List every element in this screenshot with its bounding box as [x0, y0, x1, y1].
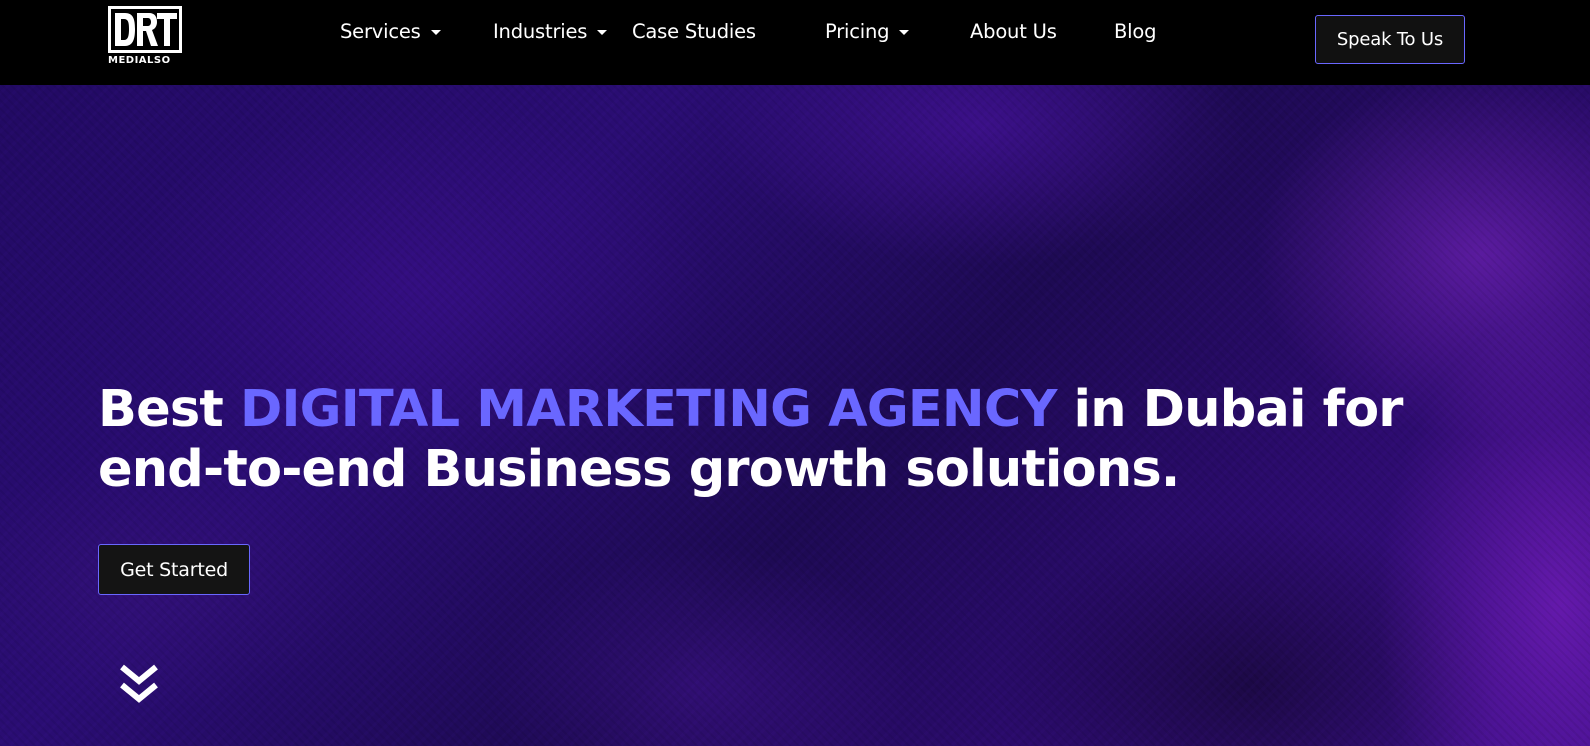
nav-services[interactable]: Services [340, 14, 441, 48]
nav-blog[interactable]: Blog [1114, 14, 1157, 48]
headline-prefix: Best [98, 380, 240, 439]
headline-accent: DIGITAL MARKETING AGENCY [239, 380, 1057, 439]
nav-services-label: Services [340, 19, 421, 43]
caret-down-icon [430, 29, 441, 35]
logo-wordmark: MEDIALSO [108, 55, 171, 66]
nav-industries-label: Industries [493, 19, 588, 43]
site-header: MEDIALSO Services Industries Case Studie… [0, 0, 1590, 85]
caret-down-icon [597, 29, 608, 35]
caret-down-icon [899, 29, 910, 35]
headline-suffix: in Dubai for [1056, 380, 1404, 439]
nav-case-studies[interactable]: Case Studies [632, 14, 756, 48]
nav-industries[interactable]: Industries [493, 14, 608, 48]
nav-case-studies-label: Case Studies [632, 19, 756, 43]
nav-pricing-label: Pricing [825, 19, 890, 43]
get-started-button[interactable]: Get Started [98, 544, 250, 595]
nav-blog-label: Blog [1114, 19, 1157, 43]
double-chevron-down-icon[interactable] [118, 663, 160, 707]
nav-about-us[interactable]: About Us [970, 14, 1057, 48]
hero-section: Best DIGITAL MARKETING AGENCY in Dubai f… [0, 85, 1590, 746]
nav-about-us-label: About Us [970, 19, 1057, 43]
speak-to-us-button[interactable]: Speak To Us [1315, 15, 1465, 64]
nav-pricing[interactable]: Pricing [825, 14, 910, 48]
headline-line2: end-to-end Business growth solutions. [98, 440, 1180, 499]
hero-headline: Best DIGITAL MARKETING AGENCY in Dubai f… [98, 380, 1518, 500]
